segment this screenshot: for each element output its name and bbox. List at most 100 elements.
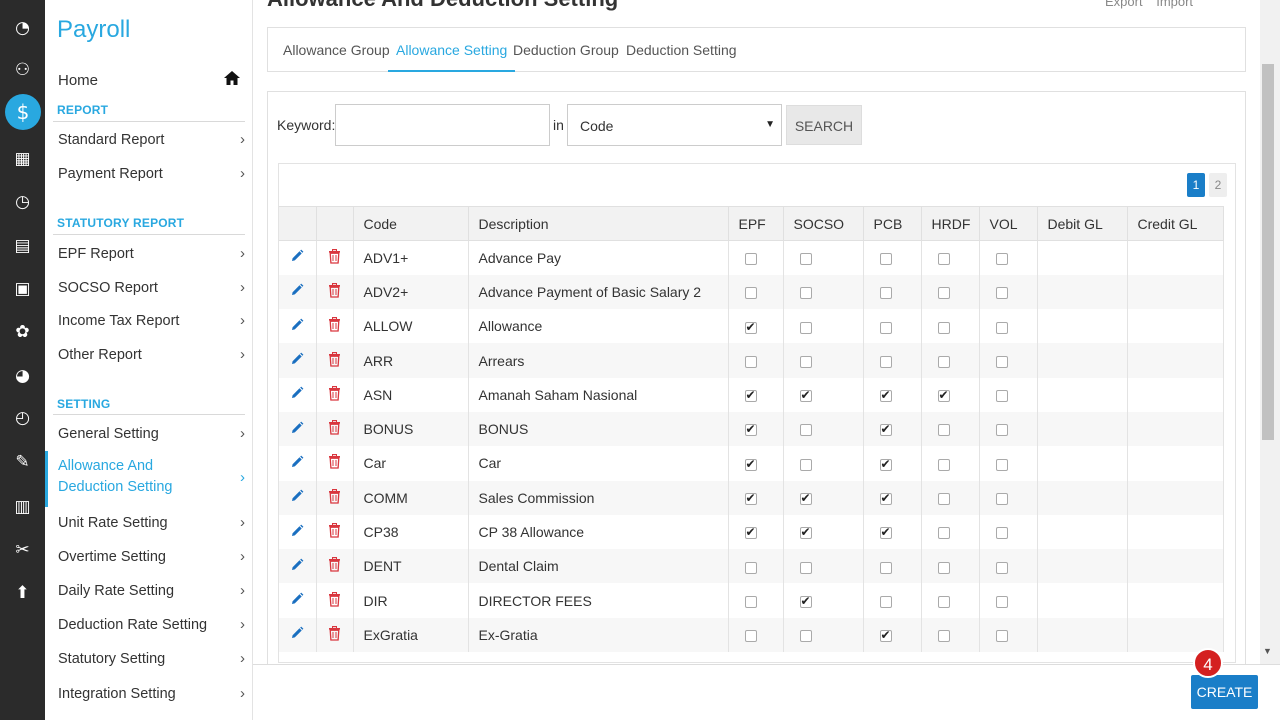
edit-pencil-icon[interactable] bbox=[290, 249, 304, 266]
pcb-checkbox[interactable] bbox=[879, 287, 892, 300]
delete-trash-icon[interactable] bbox=[328, 523, 341, 541]
create-button[interactable]: CREATE bbox=[1191, 675, 1258, 709]
column-header-debit-gl[interactable]: Debit GL bbox=[1037, 206, 1128, 241]
keyword-input[interactable] bbox=[335, 104, 550, 146]
pcb-checkbox[interactable] bbox=[879, 253, 892, 266]
pcb-checkbox[interactable] bbox=[879, 525, 892, 540]
export-button[interactable]: Export bbox=[1105, 0, 1143, 9]
hrdf-checkbox[interactable] bbox=[937, 493, 950, 506]
sidebar-item[interactable]: Other Report › bbox=[45, 341, 251, 371]
upload-icon[interactable]: ⬆ bbox=[5, 575, 40, 610]
page-button-2[interactable]: 2 bbox=[1209, 173, 1227, 197]
delete-trash-icon[interactable] bbox=[328, 317, 341, 335]
delete-trash-icon[interactable] bbox=[328, 488, 341, 507]
hrdf-checkbox[interactable] bbox=[937, 561, 950, 574]
import-button[interactable]: Import bbox=[1156, 0, 1193, 9]
epf-checkbox[interactable] bbox=[744, 561, 757, 574]
epf-checkbox[interactable] bbox=[744, 320, 757, 334]
delete-trash-icon[interactable] bbox=[328, 420, 341, 438]
vol-checkbox[interactable] bbox=[995, 595, 1008, 608]
pcb-checkbox[interactable] bbox=[879, 355, 892, 368]
edit-pencil-icon[interactable] bbox=[290, 592, 304, 609]
edit-pencil-icon[interactable] bbox=[290, 284, 304, 300]
pcb-checkbox[interactable] bbox=[879, 321, 892, 334]
sidebar-item[interactable]: Daily Rate Setting › bbox=[45, 577, 251, 607]
socso-checkbox[interactable] bbox=[799, 458, 812, 471]
vol-checkbox[interactable] bbox=[995, 253, 1008, 266]
user-icon[interactable]: ✿ bbox=[5, 314, 40, 349]
vol-checkbox[interactable] bbox=[995, 630, 1008, 643]
column-header-vol[interactable]: VOL bbox=[979, 206, 1038, 241]
vol-checkbox[interactable] bbox=[995, 424, 1008, 437]
delete-trash-icon[interactable] bbox=[328, 248, 341, 267]
column-header-pcb[interactable]: PCB bbox=[863, 206, 922, 241]
edit-pencil-icon[interactable] bbox=[290, 558, 304, 575]
edit-pencil-icon[interactable] bbox=[290, 627, 304, 643]
schedule-icon[interactable]: ▣ bbox=[5, 271, 40, 306]
epf-checkbox[interactable] bbox=[744, 491, 757, 506]
vol-checkbox[interactable] bbox=[995, 527, 1008, 540]
epf-checkbox[interactable] bbox=[744, 388, 757, 403]
epf-checkbox[interactable] bbox=[744, 595, 757, 608]
hrdf-checkbox[interactable] bbox=[937, 595, 950, 608]
socso-checkbox[interactable] bbox=[799, 287, 812, 300]
delete-trash-icon[interactable] bbox=[328, 351, 341, 370]
epf-checkbox[interactable] bbox=[744, 525, 757, 540]
delete-trash-icon[interactable] bbox=[328, 625, 341, 644]
delete-trash-icon[interactable] bbox=[328, 282, 341, 301]
edit-pencil-icon[interactable] bbox=[290, 318, 304, 335]
tab-deduction-setting[interactable]: Deduction Setting bbox=[626, 28, 737, 72]
hrdf-checkbox[interactable] bbox=[937, 630, 950, 643]
pcb-checkbox[interactable] bbox=[879, 491, 892, 506]
socso-checkbox[interactable] bbox=[799, 253, 812, 266]
dashboard-icon[interactable]: ◔ bbox=[5, 10, 40, 45]
hrdf-checkbox[interactable] bbox=[937, 458, 950, 471]
socso-checkbox[interactable] bbox=[799, 594, 812, 608]
tab-allowance-setting[interactable]: Allowance Setting bbox=[388, 28, 516, 72]
epf-checkbox[interactable] bbox=[744, 355, 757, 368]
sidebar-item[interactable]: Income Tax Report › bbox=[45, 307, 251, 337]
epf-checkbox[interactable] bbox=[744, 630, 757, 643]
hrdf-checkbox[interactable] bbox=[937, 287, 950, 300]
timer-icon[interactable]: ◴ bbox=[5, 400, 40, 435]
clock-icon[interactable]: ◷ bbox=[5, 184, 40, 219]
payroll-icon[interactable]: $ bbox=[5, 94, 41, 130]
epf-checkbox[interactable] bbox=[744, 422, 757, 437]
sidebar-item[interactable]: Statutory Setting › bbox=[45, 645, 251, 675]
epf-checkbox[interactable] bbox=[744, 457, 757, 471]
sidebar-item[interactable]: Integration Setting › bbox=[45, 680, 251, 710]
column-header-epf[interactable]: EPF bbox=[728, 206, 784, 241]
sidebar-item[interactable]: SOCSO Report › bbox=[45, 274, 251, 304]
calendar-icon[interactable]: ▦ bbox=[5, 141, 40, 176]
delete-trash-icon[interactable] bbox=[328, 385, 341, 404]
chart-icon[interactable]: ◕ bbox=[5, 358, 40, 393]
search-field-select[interactable]: Code ▼ bbox=[567, 104, 782, 146]
hrdf-checkbox[interactable] bbox=[937, 253, 950, 266]
hrdf-checkbox[interactable] bbox=[937, 527, 950, 540]
hrdf-checkbox[interactable] bbox=[937, 388, 950, 403]
hrdf-checkbox[interactable] bbox=[937, 355, 950, 368]
sidebar-item[interactable]: Overtime Setting › bbox=[45, 543, 251, 573]
document-icon[interactable]: ▤ bbox=[5, 228, 40, 263]
sidebar-item-home[interactable]: Home bbox=[45, 68, 245, 94]
sidebar-item[interactable]: Standard Report › bbox=[45, 126, 251, 156]
socso-checkbox[interactable] bbox=[799, 321, 812, 334]
edit-pencil-icon[interactable] bbox=[290, 421, 304, 438]
edit-doc-icon[interactable]: ✎ bbox=[5, 444, 40, 479]
tab-allowance-group[interactable]: Allowance Group bbox=[283, 28, 390, 72]
pcb-checkbox[interactable] bbox=[879, 628, 892, 643]
scrollbar-thumb[interactable] bbox=[1262, 64, 1274, 440]
vol-checkbox[interactable] bbox=[995, 287, 1008, 300]
epf-checkbox[interactable] bbox=[744, 287, 757, 300]
socso-checkbox[interactable] bbox=[799, 525, 812, 540]
pcb-checkbox[interactable] bbox=[879, 422, 892, 437]
vol-checkbox[interactable] bbox=[995, 321, 1008, 334]
edit-pencil-icon[interactable] bbox=[290, 386, 304, 403]
delete-trash-icon[interactable] bbox=[328, 454, 341, 472]
edit-pencil-icon[interactable] bbox=[290, 455, 304, 472]
socso-checkbox[interactable] bbox=[799, 561, 812, 574]
column-header-hrdf[interactable]: HRDF bbox=[921, 206, 980, 241]
vol-checkbox[interactable] bbox=[995, 493, 1008, 506]
sidebar-item[interactable]: Payment Report › bbox=[45, 160, 251, 190]
edit-pencil-icon[interactable] bbox=[290, 489, 304, 506]
